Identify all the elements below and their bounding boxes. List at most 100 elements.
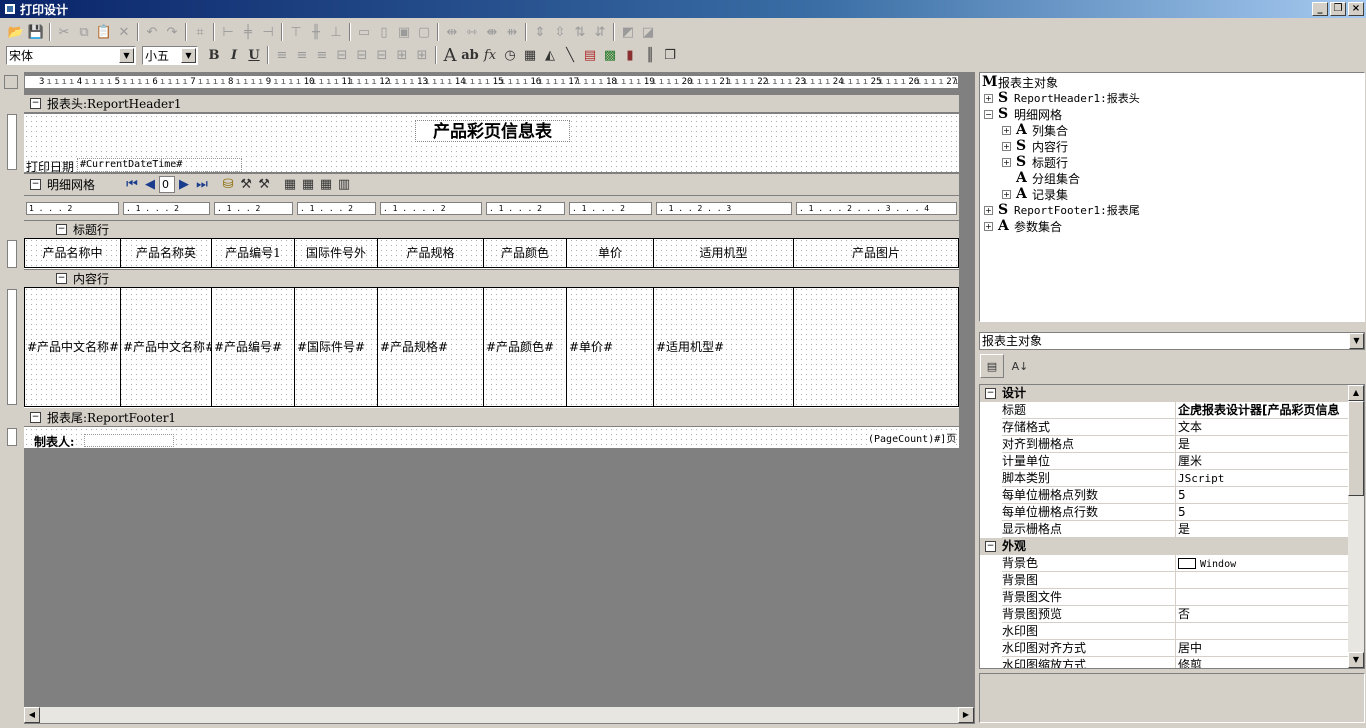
report-header-band[interactable]: − 报表头:ReportHeader1 xyxy=(24,95,959,112)
property-row[interactable]: 对齐到栅格点是 xyxy=(980,436,1348,453)
copy-icon[interactable]: ⧉ xyxy=(74,22,94,42)
next-page-icon[interactable]: ▶ xyxy=(175,176,193,194)
same-width-icon[interactable]: ▭ xyxy=(354,22,374,42)
content-cell[interactable]: #产品编号# xyxy=(212,287,295,407)
tree-node[interactable]: + S 标题行 xyxy=(1002,154,1068,170)
text-middle-icon[interactable]: ⊟ xyxy=(352,45,372,65)
line-icon[interactable]: ╲ xyxy=(560,45,580,65)
collapse-icon[interactable]: − xyxy=(30,411,41,423)
horizontal-scrollbar[interactable]: ◀ ▶ xyxy=(24,707,974,723)
same-size2-icon[interactable]: ▢ xyxy=(414,22,434,42)
vspace-equal-icon[interactable]: ⇕ xyxy=(530,22,550,42)
page-count-field[interactable]: (PageCount)#]页 xyxy=(868,430,957,445)
column-ruler[interactable]: . 1 . . . 2 xyxy=(486,202,565,215)
column-ruler[interactable]: . 1 . . . 2 xyxy=(123,202,210,215)
property-value[interactable]: 5 xyxy=(1176,504,1348,521)
prev-page-icon[interactable]: ◀ xyxy=(141,176,159,194)
column-ruler[interactable]: . 1 . . . . 2 xyxy=(380,202,482,215)
align-bottom-icon[interactable]: ⊥ xyxy=(326,22,346,42)
rich-text-icon[interactable]: ▤ xyxy=(580,45,600,65)
property-value[interactable]: 文本 xyxy=(1176,419,1348,436)
property-grid[interactable]: − 设计 标题 企虎报表设计器[产品彩页信息 存储格式 文本 对齐到栅格点是计量单位 厘米 脚本… xyxy=(979,384,1365,669)
property-value[interactable]: JScript xyxy=(1176,470,1348,487)
maker-field[interactable] xyxy=(84,434,174,447)
header-cell[interactable]: 产品编号1 xyxy=(212,238,295,268)
column-ruler[interactable]: . 1 . . . 2 . . . 3 . . . 4 xyxy=(796,202,957,215)
field-box-icon[interactable]: ab xyxy=(460,45,480,65)
print-date-label[interactable]: 打印日期 xyxy=(26,158,74,175)
chevron-down-icon[interactable]: ▼ xyxy=(119,47,134,63)
grid-props-icon[interactable]: ▦ xyxy=(281,176,299,194)
delete-icon[interactable]: ✕ xyxy=(114,22,134,42)
align-middle-icon[interactable]: ╫ xyxy=(306,22,326,42)
tree-node[interactable]: + A 记录集 xyxy=(1002,186,1068,202)
summary-box-icon[interactable]: ▦ xyxy=(520,45,540,65)
grid-align-icon[interactable]: ⌗ xyxy=(190,22,210,42)
collapse-icon[interactable]: − xyxy=(30,98,41,109)
collapse-icon[interactable]: − xyxy=(56,224,67,235)
property-value[interactable] xyxy=(1176,572,1348,589)
font-name-select[interactable]: 宋体 ▼ xyxy=(6,45,136,65)
align-center-icon[interactable]: ╪ xyxy=(238,22,258,42)
text-right-icon[interactable]: ≡ xyxy=(312,45,332,65)
close-button[interactable]: × xyxy=(1348,2,1364,16)
property-value[interactable]: 5 xyxy=(1176,487,1348,504)
tree-node[interactable]: + A 参数集合 xyxy=(984,218,1062,234)
content-cell[interactable]: #适用机型# xyxy=(654,287,794,407)
expand-icon[interactable]: + xyxy=(1002,189,1011,199)
header-cell[interactable]: 产品图片 xyxy=(794,238,959,268)
header-cell[interactable]: 适用机型 xyxy=(654,238,794,268)
same-height-icon[interactable]: ▯ xyxy=(374,22,394,42)
scroll-right-icon[interactable]: ▶ xyxy=(958,707,974,723)
report-title[interactable]: 产品彩页信息表 xyxy=(415,120,570,142)
chart-icon[interactable]: ▮ xyxy=(620,45,640,65)
align-right-icon[interactable]: ⊣ xyxy=(258,22,278,42)
align-top-icon[interactable]: ⊤ xyxy=(286,22,306,42)
tree-node[interactable]: + A 列集合 xyxy=(1002,122,1068,138)
collapse-icon[interactable]: − xyxy=(30,179,41,190)
property-value[interactable] xyxy=(1176,623,1348,640)
content-cell[interactable]: #产品颜色# xyxy=(484,287,567,407)
property-row[interactable]: 计量单位 厘米 xyxy=(980,453,1348,470)
property-category[interactable]: − 设计 xyxy=(980,385,1348,402)
barcode-icon[interactable]: ║ xyxy=(640,45,660,65)
send-back-icon[interactable]: ◪ xyxy=(638,22,658,42)
header-cell[interactable]: 产品规格 xyxy=(378,238,484,268)
header-cell[interactable]: 产品名称英 xyxy=(121,238,212,268)
header-cell[interactable]: 单价 xyxy=(567,238,654,268)
column-delete-icon[interactable]: ⚒ xyxy=(255,176,273,194)
alphabetical-icon[interactable]: A↓ xyxy=(1008,354,1032,378)
header-row-band[interactable]: − 标题行 xyxy=(24,221,959,238)
expand-icon[interactable]: + xyxy=(1002,141,1011,151)
chevron-down-icon[interactable]: ▼ xyxy=(1349,333,1364,349)
property-scrollbar[interactable]: ▲ ▼ xyxy=(1348,385,1364,668)
bold-icon[interactable]: B xyxy=(204,45,224,65)
column-ruler[interactable]: . 1 . . . 2 xyxy=(569,202,652,215)
property-row[interactable]: 背景色 Window xyxy=(980,555,1348,572)
italic-icon[interactable]: I xyxy=(224,45,244,65)
grid-border-icon[interactable]: ▥ xyxy=(335,176,353,194)
column-ruler[interactable]: 1 . . . 2 xyxy=(26,202,119,215)
chevron-down-icon[interactable]: ▼ xyxy=(181,47,196,63)
hspace-dec-icon[interactable]: ⇼ xyxy=(482,22,502,42)
column-ruler[interactable]: . 1 . . . 2 xyxy=(297,202,376,215)
bring-front-icon[interactable]: ◩ xyxy=(618,22,638,42)
property-value[interactable]: Window xyxy=(1176,555,1348,572)
content-cell[interactable]: #产品规格# xyxy=(378,287,484,407)
align-left-icon[interactable]: ⊢ xyxy=(218,22,238,42)
property-value[interactable]: 厘米 xyxy=(1176,453,1348,470)
tree-node[interactable]: + S ReportFooter1:报表尾 xyxy=(984,202,1140,218)
vspace-inc-icon[interactable]: ⇳ xyxy=(550,22,570,42)
tree-node[interactable]: + S 内容行 xyxy=(1002,138,1068,154)
property-row[interactable]: 每单位栅格点行数 5 xyxy=(980,504,1348,521)
content-cell[interactable]: #产品中文名称# xyxy=(121,287,212,407)
collapse-icon[interactable]: − xyxy=(985,541,996,552)
column-add-icon[interactable]: ⚒ xyxy=(237,176,255,194)
minimize-button[interactable]: _ xyxy=(1312,2,1328,16)
open-icon[interactable]: 📂 xyxy=(6,22,26,42)
system-var-icon[interactable]: ◷ xyxy=(500,45,520,65)
column-ruler[interactable]: . 1 . . 2 xyxy=(214,202,293,215)
picture-box-icon[interactable]: ▩ xyxy=(600,45,620,65)
formula-icon[interactable]: fx xyxy=(480,45,500,65)
grid-layout-icon[interactable]: ▦ xyxy=(317,176,335,194)
